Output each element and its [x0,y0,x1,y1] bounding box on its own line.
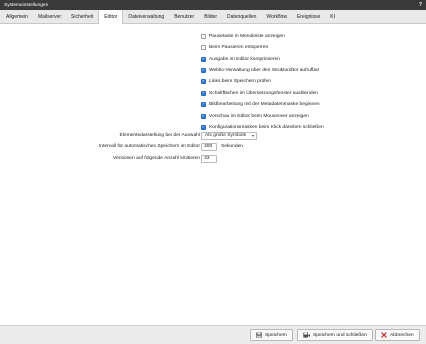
option-label: Bildbearbeitung mit der Metadatenmaske b… [209,101,320,107]
option-bildbearbeitung[interactable]: ✓ Bildbearbeitung mit der Metadatenmaske… [201,100,320,108]
save-button[interactable]: Speichern [250,329,294,341]
close-icon [381,332,387,338]
element-display-value: Als große Symbole [205,133,247,138]
tab-label: Datenquellen [227,13,257,20]
option-label: Weblio-Verwaltung über den Strukturditor… [209,67,320,73]
option-weblio-verwaltung[interactable]: ✓ Weblio-Verwaltung über den Strukturdit… [201,66,319,74]
checkbox-checked[interactable]: ✓ [201,101,206,107]
tab-mailserver[interactable]: Mailserver [33,10,66,24]
tab-label: KI [330,13,336,20]
save-icon [256,332,262,338]
versions-row: Versionen auf folgende Anzahl limitieren… [0,154,426,163]
autosave-unit: Sekunden [221,144,244,149]
checkbox-checked[interactable]: ✓ [201,56,206,62]
option-links-pruefen[interactable]: ✓ Links beim Speichern prüfen [201,77,271,85]
autosave-label: Intervall für automatisches Speichern im… [98,144,200,149]
tab-label: Dateiverwaltung [128,13,165,20]
checkbox-checked[interactable]: ✓ [201,67,206,73]
tab-allgemein[interactable]: Allgemein [1,10,33,24]
save-close-label: Speichern und schließen [313,332,367,338]
tab-dateiverwaltung[interactable]: Dateiverwaltung [123,10,169,24]
window-titlebar: Systemeinstellungen ? [0,0,426,10]
checkbox-checked[interactable]: ✓ [201,78,206,84]
cancel-button[interactable]: Abbrechen [375,329,420,341]
checkbox-unchecked[interactable] [201,44,206,50]
checkbox-checked[interactable]: ✓ [201,90,206,96]
tab-sicherheit[interactable]: Sicherheit [66,10,98,24]
option-schaltflaechen-ausblenden[interactable]: ✓ Schaltflächen im Übersetzungsfenster a… [201,89,318,97]
tab-workflow[interactable]: Workflow [261,10,291,24]
option-pausieren-entsperren[interactable]: Beim Pausieren entsperren [201,43,268,51]
option-vorschau-mouseover[interactable]: ✓ Vorschau im Editor beim Mouseover anze… [201,112,309,120]
tab-label: Bilder [204,13,217,20]
tab-label: Workflow [266,13,287,20]
versions-label: Versionen auf folgende Anzahl limitieren [112,156,200,161]
tab-datenquellen[interactable]: Datenquellen [222,10,261,24]
tab-editor[interactable]: Editor [98,9,124,25]
checkbox-unchecked[interactable] [201,33,206,39]
tab-bilder[interactable]: Bilder [199,10,222,24]
chevron-down-icon: ▾ [251,133,254,138]
option-label: Vorschau im Editor beim Mouseover anzeig… [209,113,309,119]
footer-bar: Speichern Speichern und schließen Abbrec… [0,325,426,344]
option-label: Beim Pausieren entsperren [209,44,269,50]
cancel-label: Abbrechen [390,332,414,338]
help-button[interactable]: ? [419,2,422,8]
tab-ereignisse[interactable]: Ereignisse [292,10,325,24]
tab-label: Editor [104,14,118,20]
save-close-icon [303,332,310,338]
tab-label: Allgemein [6,13,28,20]
tab-label: Mailserver [37,13,62,20]
tab-benutzer[interactable]: Benutzer [169,10,199,24]
tab-label: Ereignisse [296,13,321,20]
option-pausetaste[interactable]: Pausetaste in Menüleiste anzeigen [201,32,285,40]
window-title: Systemeinstellungen [4,2,49,8]
option-label: Konfigurationsmasken beim Klick daneben … [209,124,324,130]
tab-label: Sicherheit [71,13,94,20]
element-display-select[interactable]: Als große Symbole ▾ [201,131,257,140]
checkbox-checked[interactable]: ✓ [201,113,206,119]
option-label: Pausetaste in Menüleiste anzeigen [209,33,285,39]
tab-label: Benutzer [174,13,195,20]
option-konfigurationsmasken[interactable]: ✓ Konfigurationsmasken beim Klick danebe… [201,123,324,131]
save-and-close-button[interactable]: Speichern und schließen [297,329,373,341]
autosave-interval-input[interactable]: 300 [201,142,217,151]
versions-limit-input[interactable]: 33 [201,154,217,163]
option-label: Links beim Speichern prüfen [209,78,271,84]
option-label: Schaltflächen im Übersetzungsfenster aus… [209,90,319,96]
option-label: Ausgabe im Editor komprimieren [209,56,280,62]
tab-bar: Allgemein Mailserver Sicherheit Editor D… [0,9,426,25]
checkbox-checked[interactable]: ✓ [201,124,206,130]
autosave-row: Intervall für automatisches Speichern im… [0,142,426,151]
autosave-value: 300 [204,144,213,149]
element-display-label: Elementedarstellung bei der Auswahl [119,133,200,138]
save-label: Speichern [265,332,288,338]
element-display-row: Elementedarstellung bei der Auswahl Als … [0,131,426,140]
editor-settings-panel: Pausetaste in Menüleiste anzeigen Beim P… [0,24,426,325]
option-ausgabe-komprimieren[interactable]: ✓ Ausgabe im Editor komprimieren [201,55,280,63]
tab-ki[interactable]: KI [325,10,340,24]
versions-value: 33 [204,156,210,161]
